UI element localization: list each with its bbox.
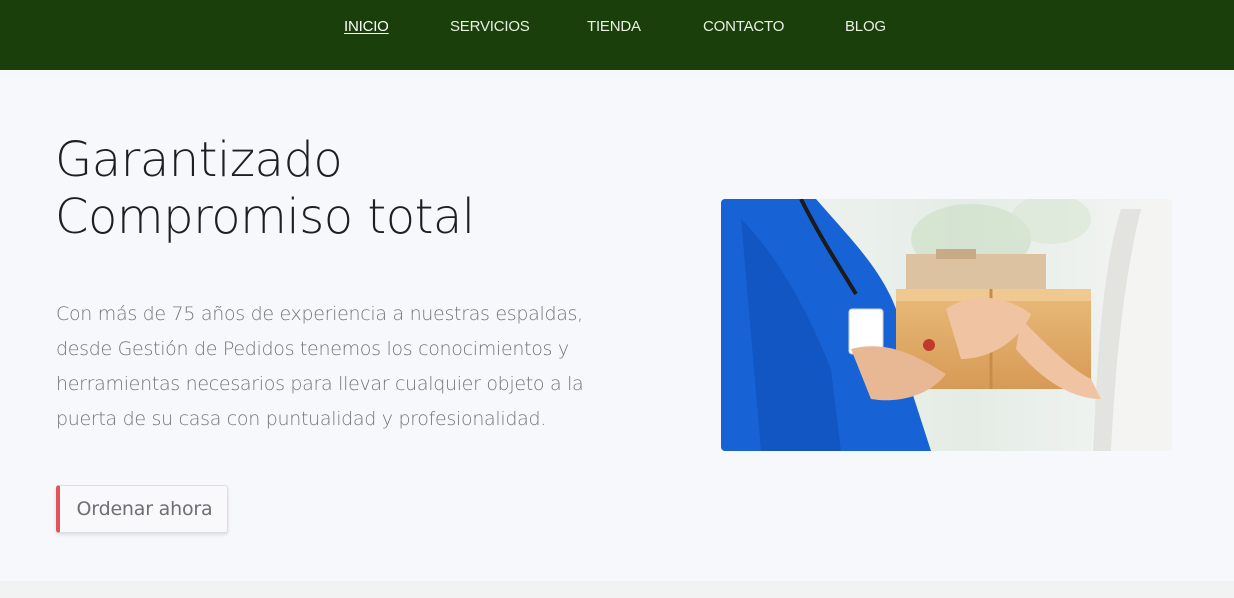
next-section-strip <box>0 581 1234 598</box>
order-now-button[interactable]: Ordenar ahora <box>56 485 228 533</box>
nav-link-inicio[interactable]: INICIO <box>344 18 389 36</box>
nav-link-tienda[interactable]: TIENDA <box>587 18 641 36</box>
hero-description: Con más de 75 años de experiencia a nues… <box>56 303 584 430</box>
nav-link-servicios[interactable]: SERVICIOS <box>450 18 530 36</box>
courier-handing-package-illustration <box>721 199 1172 451</box>
nav-link-blog[interactable]: BLOG <box>845 18 886 36</box>
hero-title: Garantizado Compromiso total <box>55 132 615 246</box>
hero-title-line-2: Compromiso total <box>55 189 475 245</box>
top-navigation: INICIO SERVICIOS TIENDA CONTACTO BLOG <box>0 0 1234 70</box>
hero-title-line-1: Garantizado <box>55 132 343 188</box>
nav-link-contacto[interactable]: CONTACTO <box>703 18 784 36</box>
delivery-photo <box>721 199 1172 451</box>
